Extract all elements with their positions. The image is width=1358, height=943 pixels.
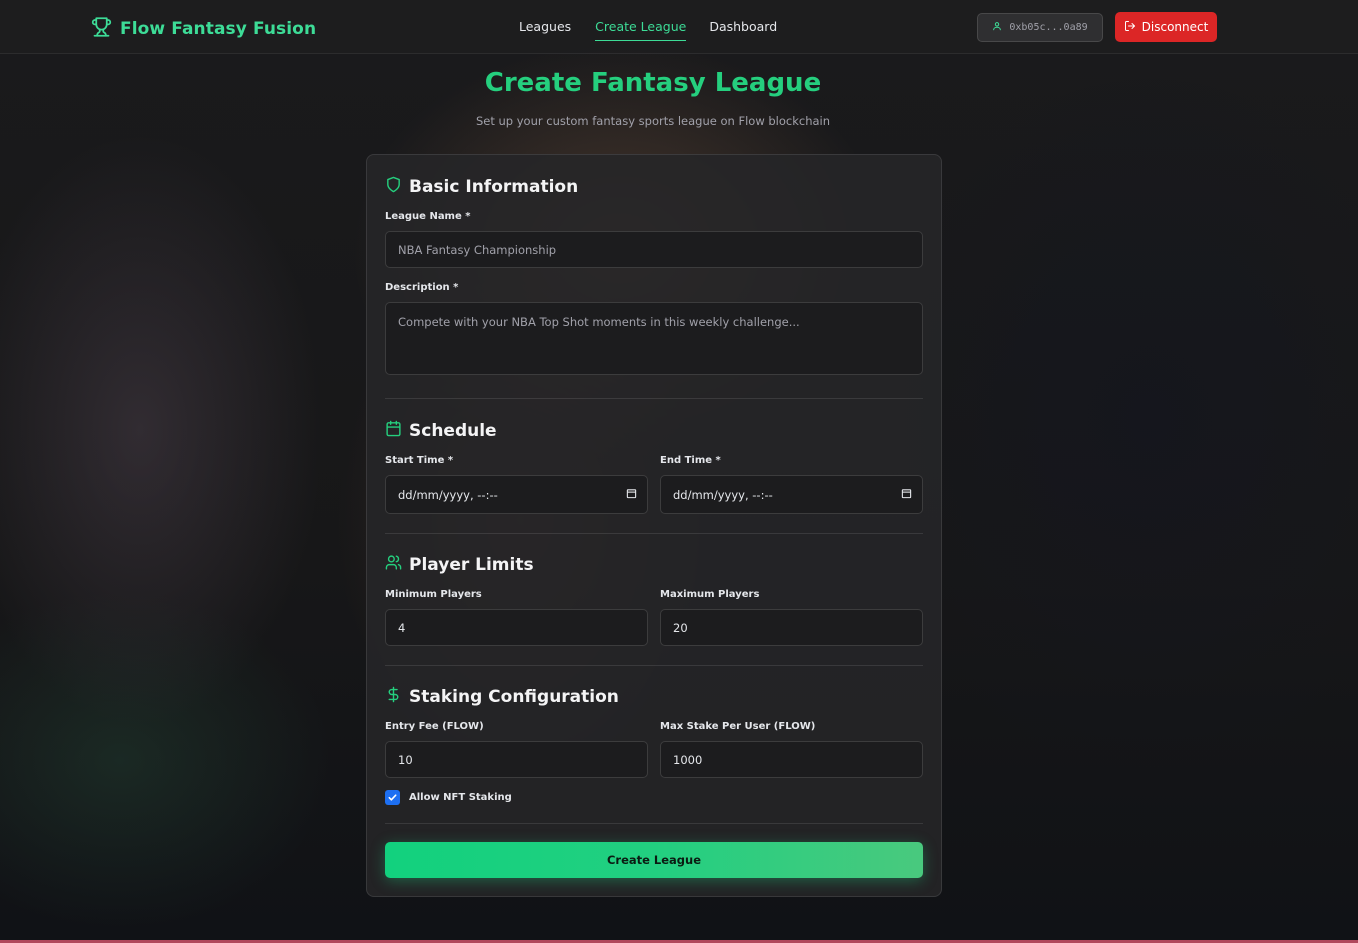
min-players-label: Minimum Players — [385, 589, 482, 600]
disconnect-label: Disconnect — [1141, 20, 1209, 34]
page-title: Create Fantasy League — [484, 68, 822, 98]
entry-fee-input[interactable] — [385, 741, 648, 778]
allow-nft-staking-label: Allow NFT Staking — [409, 792, 512, 803]
section-title-text: Staking Configuration — [409, 687, 619, 707]
calendar-picker-icon[interactable] — [901, 488, 912, 502]
section-title-text: Schedule — [409, 421, 497, 441]
page-subtitle: Set up your custom fantasy sports league… — [475, 114, 831, 128]
navbar: Flow Fantasy Fusion Leagues Create Leagu… — [0, 0, 1358, 54]
calendar-icon — [385, 420, 402, 442]
section-basic-information: Basic Information — [385, 176, 578, 198]
section-divider — [385, 398, 923, 399]
allow-nft-staking-row: Allow NFT Staking — [385, 790, 512, 805]
section-staking-configuration: Staking Configuration — [385, 686, 619, 708]
users-icon — [385, 554, 402, 576]
section-divider — [385, 823, 923, 824]
allow-nft-staking-checkbox[interactable] — [385, 790, 400, 805]
section-divider — [385, 533, 923, 534]
end-time-input[interactable]: dd/mm/yyyy, --:-- — [660, 475, 923, 514]
min-players-input[interactable] — [385, 609, 648, 646]
section-player-limits: Player Limits — [385, 554, 534, 576]
nav-link-create-league[interactable]: Create League — [595, 19, 687, 41]
section-title-text: Basic Information — [409, 177, 579, 197]
wallet-address: 0xb05c...0a89 — [1009, 22, 1088, 33]
trophy-icon — [91, 15, 112, 43]
max-players-label: Maximum Players — [660, 589, 760, 600]
start-time-input[interactable]: dd/mm/yyyy, --:-- — [385, 475, 648, 514]
description-textarea[interactable] — [385, 302, 923, 375]
league-name-label: League Name * — [385, 211, 471, 222]
entry-fee-label: Entry Fee (FLOW) — [385, 721, 484, 732]
start-time-value: dd/mm/yyyy, --:-- — [398, 487, 498, 502]
create-league-form: Basic Information League Name * Descript… — [366, 154, 942, 897]
section-divider — [385, 665, 923, 666]
max-stake-input[interactable] — [660, 741, 923, 778]
start-time-label: Start Time * — [385, 455, 454, 466]
wallet-address-badge[interactable]: 0xb05c...0a89 — [977, 13, 1103, 42]
max-stake-label: Max Stake Per User (FLOW) — [660, 721, 816, 732]
end-time-label: End Time * — [660, 455, 721, 466]
nav-link-leagues[interactable]: Leagues — [519, 19, 571, 41]
nav-link-dashboard[interactable]: Dashboard — [709, 19, 777, 41]
shield-icon — [385, 176, 402, 198]
end-time-value: dd/mm/yyyy, --:-- — [673, 487, 773, 502]
disconnect-button[interactable]: Disconnect — [1115, 12, 1217, 42]
league-name-input[interactable] — [385, 231, 923, 268]
brand-logo[interactable]: Flow Fantasy Fusion — [91, 15, 316, 43]
calendar-picker-icon[interactable] — [626, 488, 637, 502]
max-players-input[interactable] — [660, 609, 923, 646]
section-title-text: Player Limits — [409, 555, 534, 575]
description-label: Description * — [385, 282, 459, 293]
logout-icon — [1124, 20, 1136, 35]
section-schedule: Schedule — [385, 420, 497, 442]
dollar-icon — [385, 686, 402, 708]
nav-links: Leagues Create League Dashboard — [519, 19, 777, 41]
brand-name: Flow Fantasy Fusion — [120, 19, 317, 39]
user-icon — [992, 21, 1002, 34]
create-league-button[interactable]: Create League — [385, 842, 923, 878]
